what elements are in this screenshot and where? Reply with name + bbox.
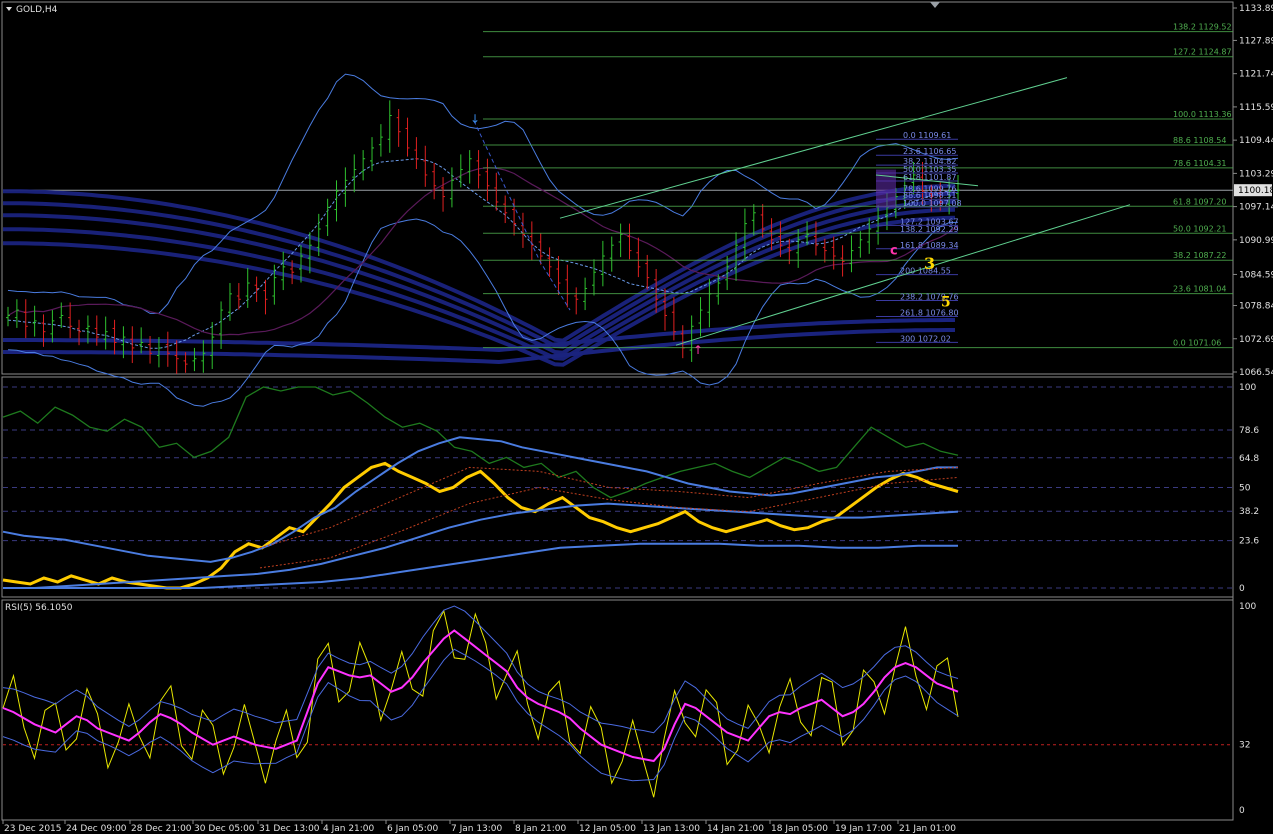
symbol-label: GOLD,H4: [16, 5, 58, 15]
fib-level-label: 138.2 1129.52: [1173, 23, 1232, 32]
fib-level-label: 0.0 1071.06: [1173, 339, 1221, 348]
price-axis-label: 1072.69: [1239, 335, 1273, 345]
price-axis-label: 1066.54: [1239, 368, 1273, 378]
ma-ribbon-line: [3, 207, 956, 361]
rsi-axis-label: 0: [1239, 806, 1245, 816]
wave-label-c: c: [890, 244, 898, 259]
price-axis-label: 1097.14: [1239, 203, 1273, 213]
fib-level-label: 38.2 1087.22: [1173, 251, 1226, 260]
stoch-axis-label: 78.6: [1239, 426, 1259, 436]
price-axis-label: 1103.29: [1239, 169, 1273, 179]
fib-ext-label: 300 1072.02: [900, 334, 951, 343]
time-axis-label: 14 Jan 21:00: [707, 824, 764, 834]
swing-high-arrow-icon: ↓: [470, 112, 480, 126]
stoch-series-line: [2, 461, 959, 590]
current-price-label: 1100.18: [1238, 186, 1273, 196]
time-axis-label: 30 Dec 05:00: [194, 824, 255, 834]
channel-upper-line: [559, 77, 1068, 219]
swing-low-arrow-icon: ↑: [693, 343, 703, 357]
stoch-series-line: [2, 436, 958, 563]
time-axis-label: 18 Jan 05:00: [771, 824, 828, 834]
time-axis-label: 8 Jan 21:00: [515, 824, 567, 834]
bollinger-upper-line: [7, 73, 959, 314]
wave-label-5: 5: [941, 295, 951, 311]
stoch-signal-line: [259, 466, 959, 549]
rsi-title: RSI(5) 56.1050: [5, 603, 73, 613]
time-axis-label: 7 Jan 13:00: [451, 824, 503, 834]
ma-ribbon-line: [3, 199, 956, 355]
fib-ext-label: 100.0 1097.08: [903, 199, 962, 208]
stoch-axis-label: 38.2: [1239, 507, 1259, 517]
zigzag-line: [473, 120, 571, 311]
symbol-menu-arrow-icon[interactable]: [6, 7, 12, 11]
price-axis-label: 1090.99: [1239, 236, 1273, 246]
rsi-axis-label: 100: [1239, 602, 1256, 612]
time-axis-label: 24 Dec 09:00: [66, 824, 127, 834]
stoch-axis-label: 50: [1239, 484, 1251, 494]
stoch-axis-label: 100: [1239, 383, 1256, 393]
time-axis-label: 21 Jan 01:00: [899, 824, 956, 834]
trading-chart-window: 138.2 1129.52 127.2 1124.87 100.0 1113.36 8…: [0, 0, 1273, 834]
time-axis-label: 23 Dec 2015: [4, 824, 62, 834]
axes-layer: 1133.89 1127.89 1121.74 1115.59 1109.44 1103.…: [2, 4, 1273, 834]
fib-ext-label: 23.6 1106.65: [903, 147, 956, 156]
time-axis-label: 19 Jan 17:00: [835, 824, 892, 834]
fib-level-label: 23.6 1081.04: [1173, 285, 1226, 294]
main-pane: 138.2 1129.52 127.2 1124.87 100.0 1113.36 8…: [3, 23, 1233, 407]
price-axis-label: 1109.44: [1239, 136, 1273, 146]
rsi-pane: [2, 605, 1233, 798]
fib-level-label: 127.2 1124.87: [1173, 48, 1232, 57]
rsi-pane-border: [1, 599, 1234, 821]
fib-level-label: 88.6 1108.54: [1173, 136, 1226, 145]
fib-level-label: 78.6 1104.31: [1173, 159, 1226, 168]
stoch-axis-label: 0: [1239, 584, 1245, 594]
fib-ext-label: 138.2 1092.29: [900, 225, 959, 234]
rsi-fast-line: [2, 609, 959, 798]
chart-shift-marker-icon[interactable]: [930, 2, 940, 8]
time-axis-label: 13 Jan 13:00: [643, 824, 700, 834]
fib-level-label: 50.0 1092.21: [1173, 224, 1226, 233]
chart-canvas[interactable]: 138.2 1129.52 127.2 1124.87 100.0 1113.36 8…: [0, 0, 1273, 834]
fib-level-label: 61.8 1097.20: [1173, 197, 1226, 206]
time-axis-label: 28 Dec 21:00: [131, 824, 192, 834]
rsi-axis-label: 32: [1239, 741, 1250, 751]
price-axis-label: 1133.89: [1239, 4, 1273, 14]
price-axis-label: 1121.74: [1239, 70, 1273, 80]
fib-ext-label: 161.8 1089.34: [900, 241, 959, 250]
price-axis-label: 1127.89: [1239, 36, 1273, 46]
time-axis-label: 6 Jan 05:00: [387, 824, 439, 834]
time-axis-label: 31 Dec 13:00: [259, 824, 320, 834]
time-axis-label: 12 Jan 05:00: [579, 824, 636, 834]
time-axis-label: 4 Jan 21:00: [323, 824, 375, 834]
fib-level-label: 100.0 1113.36: [1173, 110, 1232, 119]
price-axis-label: 1078.84: [1239, 302, 1273, 312]
stochastic-pane: [2, 386, 1233, 590]
stoch-axis-label: 23.6: [1239, 537, 1259, 547]
fib-ext-label: 0.0 1109.61: [903, 131, 951, 140]
stoch-axis-label: 64.8: [1239, 454, 1259, 464]
price-axis-label: 1115.59: [1239, 103, 1273, 113]
stoch-series-line: [2, 386, 959, 499]
wave-label-3: 3: [924, 254, 935, 273]
rsi-main-line: [2, 629, 959, 763]
price-axis-label: 1084.59: [1239, 270, 1273, 280]
